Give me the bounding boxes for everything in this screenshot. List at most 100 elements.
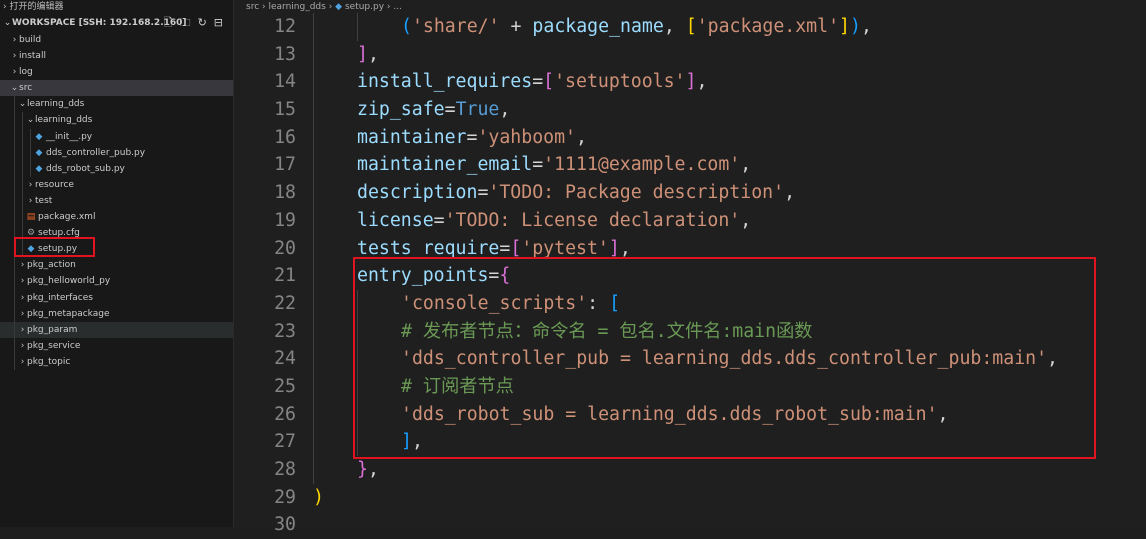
code-line: 29) bbox=[234, 484, 1146, 512]
code-token: package_name bbox=[532, 16, 664, 37]
tree-item[interactable]: › log bbox=[0, 64, 233, 80]
indent-guide bbox=[313, 179, 314, 207]
code-text: ('share/' + package_name, ['package.xml'… bbox=[401, 13, 872, 41]
indent-guide bbox=[22, 192, 23, 210]
tree-item[interactable]: ⌄src bbox=[0, 80, 233, 97]
indent-guide bbox=[313, 262, 314, 290]
code-text: install_requires=['setuptools'], bbox=[357, 68, 707, 96]
code-token: license bbox=[357, 209, 434, 231]
chevron-right-icon: › bbox=[20, 260, 25, 271]
python-file-icon: ◆ bbox=[35, 163, 43, 174]
tree-item-label: pkg_metapackage bbox=[27, 308, 110, 319]
code-text: description='TODO: Package description', bbox=[357, 179, 795, 207]
tree-item-label: install bbox=[19, 51, 46, 62]
indent-guide bbox=[22, 160, 23, 177]
tree-item[interactable]: › pkg_helloworld_py bbox=[0, 273, 233, 290]
line-number: 28 bbox=[274, 459, 296, 480]
chevron-down-icon: ⌄ bbox=[26, 115, 35, 126]
indent-guide bbox=[14, 160, 15, 177]
code-token: 'TODO: Package description' bbox=[488, 182, 785, 204]
python-file-icon: ◆ bbox=[35, 131, 43, 142]
tree-item[interactable]: › pkg_topic bbox=[0, 353, 233, 370]
line-number: 25 bbox=[274, 375, 296, 397]
code-token: = bbox=[532, 154, 544, 176]
tree-item[interactable]: › test bbox=[0, 192, 233, 210]
workspace-header[interactable]: ⌄WORKSPACE [SSH: 192.168.2.160] 🗋 🗀 ↻ ⊟ bbox=[0, 14, 233, 32]
code-token: , bbox=[784, 182, 796, 204]
tree-item-label: learning_dds bbox=[35, 115, 93, 126]
refresh-icon[interactable]: ↻ bbox=[198, 14, 207, 32]
open-editors-header[interactable]: › 打开的编辑器 bbox=[0, 0, 233, 14]
indent-guide bbox=[22, 209, 23, 226]
tree-item[interactable]: › pkg_param bbox=[0, 321, 233, 338]
breadcrumb: src › learning_dds › ◆ setup.py › ... bbox=[234, 0, 1146, 14]
tree-item-label: src bbox=[19, 83, 33, 94]
explorer-sidebar: › 打开的编辑器 ⌄WORKSPACE [SSH: 192.168.2.160]… bbox=[0, 0, 234, 527]
code-line: 17 maintainer_email='1111@example.com', bbox=[234, 151, 1146, 180]
breadcrumb-more[interactable]: ... bbox=[393, 2, 402, 12]
code-token: zip_safe bbox=[357, 99, 445, 121]
code-line: 15 zip_safe=True, bbox=[234, 96, 1146, 124]
indent-guide bbox=[30, 128, 31, 145]
tree-item[interactable]: › pkg_metapackage bbox=[0, 305, 233, 322]
xml-file-icon: ▤ bbox=[26, 212, 36, 223]
line-number: 26 bbox=[274, 403, 296, 425]
indent-guide bbox=[22, 128, 23, 145]
chevron-right-icon: › bbox=[28, 195, 33, 206]
tree-item[interactable]: ◆ dds_robot_sub.py bbox=[0, 160, 233, 177]
collapse-all-icon[interactable]: ⊟ bbox=[214, 14, 223, 32]
code-token: , bbox=[740, 154, 752, 176]
tree-item[interactable]: ▤ package.xml bbox=[0, 209, 233, 226]
code-token: 'setuptools' bbox=[554, 71, 686, 93]
tree-item[interactable]: ⌄learning_dds bbox=[0, 96, 233, 113]
tree-item[interactable]: › install bbox=[0, 48, 233, 64]
code-token: 'yahboom' bbox=[477, 126, 577, 148]
tree-item[interactable]: › pkg_interfaces bbox=[0, 289, 233, 306]
line-number: 14 bbox=[274, 71, 296, 93]
code-token: ] bbox=[608, 237, 620, 259]
tree-item[interactable]: ◆ dds_controller_pub.py bbox=[0, 144, 233, 161]
tree-item[interactable]: › build bbox=[0, 32, 233, 48]
tree-item[interactable]: › resource bbox=[0, 176, 233, 193]
open-editors-label: 打开的编辑器 bbox=[9, 2, 64, 12]
code-token: install_requires bbox=[357, 71, 533, 93]
code-token: } bbox=[357, 459, 368, 480]
code-token: = bbox=[433, 209, 445, 231]
code-token: , bbox=[663, 16, 686, 37]
indent-guide bbox=[14, 144, 15, 161]
editor-pane: src › learning_dds › ◆ setup.py › ... 12… bbox=[234, 0, 1146, 535]
indent-guide bbox=[313, 317, 314, 346]
indent-guide bbox=[313, 123, 314, 152]
indent-guide bbox=[22, 144, 23, 161]
code-token: ) bbox=[850, 16, 861, 37]
code-line: 18 description='TODO: Package description… bbox=[234, 179, 1146, 207]
line-number: 20 bbox=[274, 237, 296, 259]
breadcrumb-src[interactable]: src bbox=[246, 2, 259, 12]
tree-item-label: dds_robot_sub.py bbox=[46, 163, 125, 174]
indent-guide bbox=[14, 257, 15, 274]
code-token: , bbox=[367, 43, 379, 65]
code-line: 30 bbox=[234, 511, 1146, 539]
line-number: 13 bbox=[274, 43, 296, 65]
line-number: 12 bbox=[274, 16, 296, 37]
new-file-icon[interactable]: 🗋 bbox=[164, 14, 173, 32]
indent-guide bbox=[313, 13, 314, 41]
tree-item[interactable]: › pkg_action bbox=[0, 257, 233, 274]
code-token: ] bbox=[357, 43, 368, 65]
tree-item[interactable]: › pkg_service bbox=[0, 337, 233, 354]
new-folder-icon[interactable]: 🗀 bbox=[180, 14, 191, 32]
tree-item[interactable]: ⌄learning_dds bbox=[0, 112, 233, 129]
tree-item-label: learning_dds bbox=[27, 99, 85, 110]
indent-guide bbox=[14, 96, 15, 113]
indent-guide bbox=[30, 160, 31, 177]
breadcrumb-setup-py[interactable]: setup.py bbox=[345, 2, 384, 12]
indent-guide bbox=[14, 305, 15, 322]
tree-item-label: __init__.py bbox=[46, 131, 93, 142]
indent-guide bbox=[14, 209, 15, 226]
code-line: 13], bbox=[234, 40, 1146, 69]
indent-guide bbox=[14, 337, 15, 354]
tree-item-label: pkg_action bbox=[27, 260, 76, 271]
tree-item[interactable]: ◆ __init__.py bbox=[0, 128, 233, 145]
breadcrumb-learning-dds[interactable]: learning_dds bbox=[268, 2, 325, 12]
code-text: license='TODO: License declaration', bbox=[357, 207, 751, 235]
